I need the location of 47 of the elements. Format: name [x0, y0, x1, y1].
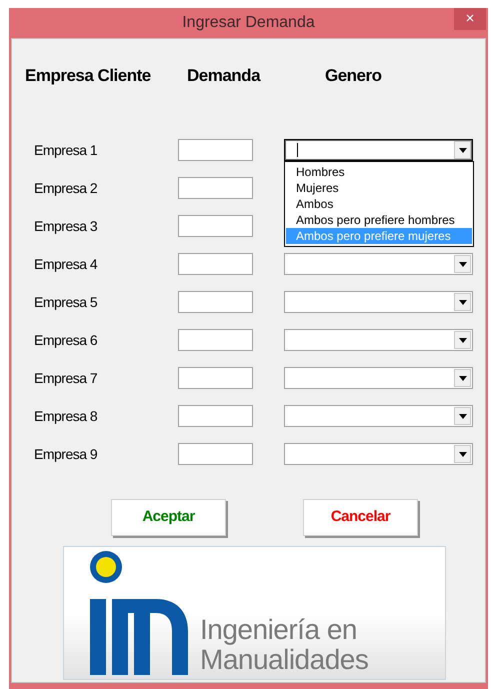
dropdown-arrow-button[interactable]: [454, 293, 471, 311]
demand-field[interactable]: [178, 253, 253, 275]
dropdown-arrow-button[interactable]: [454, 331, 471, 349]
accept-button[interactable]: Aceptar: [111, 498, 226, 536]
company-label: Empresa 4: [34, 254, 98, 274]
company-label: Empresa 3: [34, 216, 98, 236]
gender-dropdown[interactable]: [284, 139, 473, 161]
dropdown-arrow-button[interactable]: [454, 407, 471, 425]
demand-field[interactable]: [178, 139, 253, 161]
column-header: Genero: [324, 65, 383, 87]
demand-field[interactable]: [178, 329, 253, 351]
company-label: Empresa 1: [34, 140, 98, 160]
dropdown-option[interactable]: Ambos pero prefiere hombres: [286, 212, 472, 228]
caret-down-icon: [458, 414, 466, 418]
caret-down-icon: [458, 338, 466, 342]
dropdown-option[interactable]: Ambos: [286, 196, 472, 212]
dropdown-arrow-button[interactable]: [454, 369, 471, 387]
caret-down-icon: [458, 148, 466, 152]
column-header: Demanda: [186, 65, 262, 87]
caret-down-icon: [458, 452, 466, 456]
logo-text: Manualidades: [200, 644, 368, 674]
window-title: Ingresar Demanda: [182, 13, 315, 33]
close-button[interactable]: ×: [454, 8, 486, 30]
demand-field[interactable]: [178, 443, 253, 465]
demand-field[interactable]: [178, 367, 253, 389]
company-label: Empresa 2: [34, 178, 98, 198]
demand-field[interactable]: [178, 291, 253, 313]
cancel-button[interactable]: Cancelar: [303, 498, 418, 536]
company-label: Empresa 6: [34, 330, 98, 350]
caret-down-icon: [458, 300, 466, 304]
caret-down-icon: [458, 376, 466, 380]
demand-field[interactable]: [178, 215, 253, 237]
text-cursor: [297, 143, 298, 157]
company-label: Empresa 9: [34, 444, 98, 464]
dropdown-option[interactable]: Hombres: [286, 164, 472, 180]
dropdown-arrow-button[interactable]: [454, 141, 471, 159]
dropdown-arrow-button[interactable]: [454, 445, 471, 463]
company-label: Empresa 5: [34, 292, 98, 312]
dropdown-arrow-button[interactable]: [454, 255, 471, 273]
dropdown-option[interactable]: Mujeres: [286, 180, 472, 196]
demand-field[interactable]: [178, 405, 253, 427]
caret-down-icon: [458, 262, 466, 266]
company-label: Empresa 8: [34, 406, 98, 426]
demand-field[interactable]: [178, 177, 253, 199]
company-label: Empresa 7: [34, 368, 98, 388]
column-header: Empresa Cliente: [25, 65, 152, 87]
logo-text: Ingeniería en: [200, 614, 358, 644]
